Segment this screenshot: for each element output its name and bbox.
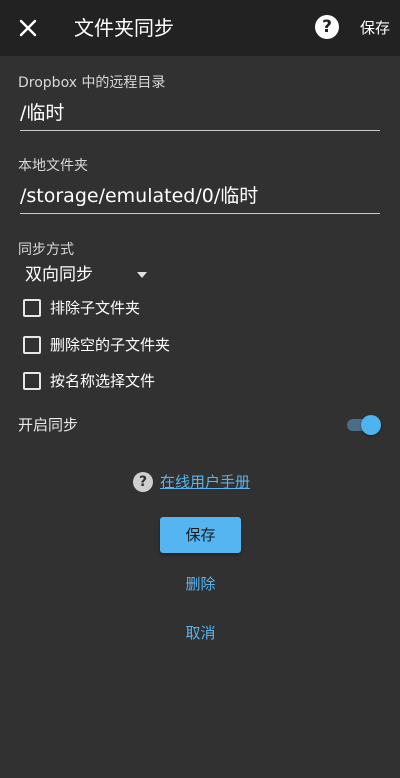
appbar-save-button[interactable]: 保存: [360, 17, 390, 39]
close-icon: [19, 19, 37, 37]
help-circle-icon: ?: [133, 472, 153, 492]
online-manual-link[interactable]: 在线用户手册: [160, 470, 250, 494]
delete-button[interactable]: 删除: [160, 569, 241, 599]
remote-folder-label: Dropbox 中的远程目录: [18, 75, 166, 91]
folder-sync-screen: 文件夹同步 ? 保存 Dropbox 中的远程目录 /临时 本地文件夹 /sto…: [0, 0, 400, 778]
cancel-button[interactable]: 取消: [160, 618, 241, 648]
app-bar: 文件夹同步 ? 保存: [0, 0, 400, 56]
save-button[interactable]: 保存: [160, 517, 241, 553]
select-files-by-name-option[interactable]: 按名称选择文件: [23, 370, 155, 392]
select-files-by-name-label: 按名称选择文件: [50, 372, 156, 390]
remote-folder-field[interactable]: /临时: [20, 96, 380, 131]
exclude-subfolders-option[interactable]: 排除子文件夹: [23, 297, 140, 319]
page-title: 文件夹同步: [74, 16, 174, 40]
exclude-subfolders-label: 排除子文件夹: [50, 299, 141, 317]
dropdown-caret-icon: [137, 272, 147, 278]
close-button[interactable]: [10, 10, 46, 46]
enable-sync-switch[interactable]: [347, 414, 381, 436]
sync-method-value: 双向同步: [25, 265, 93, 285]
delete-empty-subfolders-option[interactable]: 删除空的子文件夹: [23, 334, 170, 356]
select-files-by-name-checkbox[interactable]: [23, 372, 41, 390]
delete-empty-subfolders-label: 删除空的子文件夹: [50, 336, 171, 354]
sync-method-select[interactable]: 双向同步: [25, 262, 155, 288]
local-folder-field[interactable]: /storage/emulated/0/临时: [20, 179, 380, 214]
exclude-subfolders-checkbox[interactable]: [23, 299, 41, 317]
help-icon[interactable]: ?: [315, 15, 339, 39]
delete-empty-subfolders-checkbox[interactable]: [23, 336, 41, 354]
sync-method-label: 同步方式: [18, 242, 74, 258]
enable-sync-label: 开启同步: [18, 416, 79, 434]
local-folder-label: 本地文件夹: [18, 158, 88, 174]
switch-thumb: [361, 415, 381, 435]
online-manual-row: ? 在线用户手册: [133, 470, 250, 494]
